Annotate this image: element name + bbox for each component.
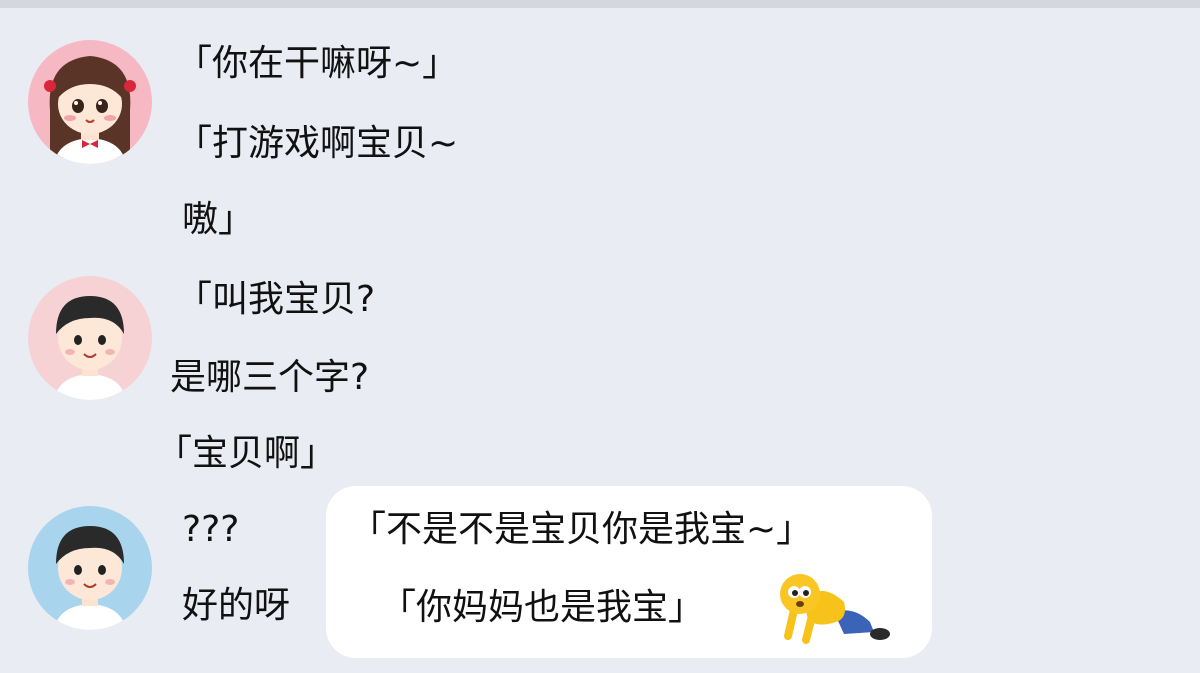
message-text: 好的呀 [182,585,291,626]
kneeling-emoji-icon [774,562,894,646]
bubble-text-line: 「你妈妈也是我宝」 [380,587,705,628]
boy-avatar-icon[interactable] [28,506,152,630]
message-text: 「叫我宝贝? [176,279,376,320]
message-text: 嗷」 [182,199,255,240]
message-text: 「打游戏啊宝贝~ [176,123,459,164]
message-text: 「你在干嘛呀~」 [176,43,459,84]
bubble-text-line: 「不是不是宝贝你是我宝~」 [350,509,813,550]
girl-avatar-icon[interactable] [28,40,152,164]
top-divider [0,0,1200,8]
message-text: ??? [182,509,240,550]
message-text: 「宝贝啊」 [156,433,337,474]
message-text: 是哪三个字? [170,357,370,398]
boy-avatar-icon[interactable] [28,276,152,400]
